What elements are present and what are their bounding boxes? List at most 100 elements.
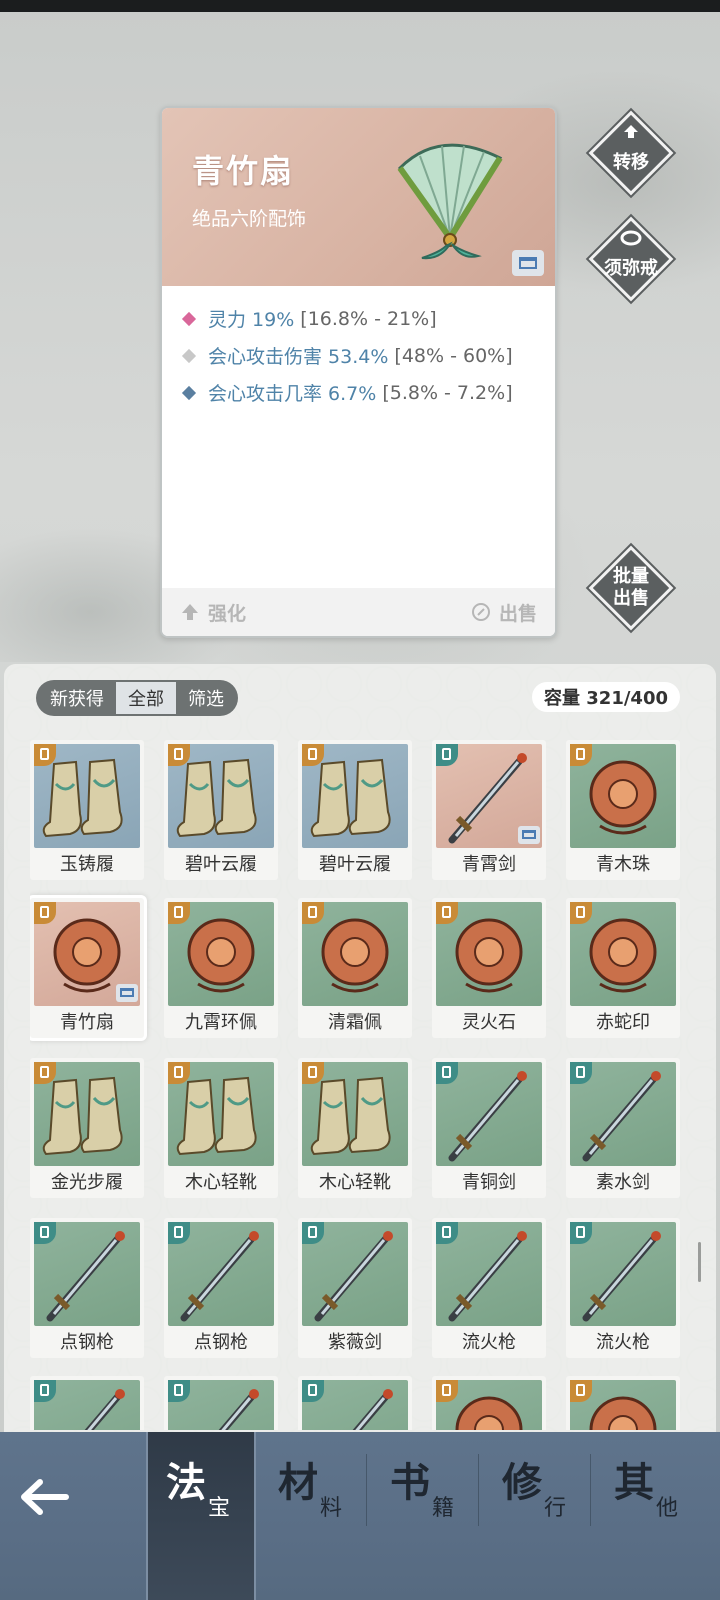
inventory-item[interactable]: 碧叶云履: [298, 740, 412, 880]
tab-sublabel: 料: [320, 1496, 343, 1521]
inventory-item[interactable]: 木心轻靴: [164, 1058, 278, 1198]
inventory-item[interactable]: 流火枪: [432, 1218, 546, 1358]
bottom-nav: 法 宝 材 料 书 籍 修 行 其 他: [0, 1432, 720, 1600]
item-name: 紫薇剑: [328, 1332, 382, 1353]
item-name: 清霜佩: [328, 1012, 382, 1033]
inventory-item[interactable]: 点钢枪: [30, 1218, 144, 1358]
inventory-item[interactable]: 金光步履: [30, 1058, 144, 1198]
fan-icon: [397, 143, 503, 260]
stat-range: [5.8% - 7.2%]: [382, 381, 513, 404]
inventory-item[interactable]: [164, 1376, 278, 1430]
enhance-button[interactable]: 强化: [180, 599, 246, 626]
item-detail-card: 青竹扇 绝品六阶配饰 灵力 19% [16.8% - 21%] 会心攻击伤害 5…: [160, 106, 557, 638]
inventory-item[interactable]: 木心轻靴: [298, 1058, 412, 1198]
inventory-item[interactable]: [298, 1376, 412, 1430]
transfer-button[interactable]: 转移: [588, 110, 674, 196]
item-name: 流火枪: [462, 1332, 516, 1353]
storage-ring-button[interactable]: 须弥戒: [588, 216, 674, 302]
inventory-item[interactable]: 青霄剑: [432, 740, 546, 880]
stat-row: 会心攻击几率 6.7% [5.8% - 7.2%]: [180, 374, 550, 411]
stat-value: 会心攻击几率 6.7%: [208, 383, 377, 405]
diamond-icon: [181, 311, 197, 326]
item-name: 木心轻靴: [185, 1172, 257, 1193]
inventory-item[interactable]: [30, 1376, 144, 1430]
item-name: 流火枪: [596, 1332, 650, 1353]
inventory-item[interactable]: 青竹扇: [30, 898, 144, 1038]
item-name: 灵火石: [462, 1012, 516, 1033]
tab-divider: [478, 1454, 479, 1526]
tab-divider: [590, 1454, 591, 1526]
item-grade: 绝品六阶配饰: [192, 208, 307, 230]
inventory-item[interactable]: 点钢枪: [164, 1218, 278, 1358]
stat-value: 会心攻击伤害 53.4%: [208, 346, 389, 368]
filter-all-button[interactable]: 全部: [116, 682, 176, 714]
tab-label: 材: [278, 1460, 318, 1506]
coin-icon: [471, 603, 490, 621]
stat-range: [16.8% - 21%]: [300, 307, 437, 330]
item-detail-footer: 强化 出售: [162, 588, 555, 636]
diamond-icon: [181, 348, 197, 363]
item-name: 碧叶云履: [319, 854, 391, 875]
tab-other[interactable]: 其 他: [596, 1432, 706, 1600]
item-name: 青铜剑: [462, 1172, 516, 1193]
inventory-item[interactable]: 灵火石: [432, 898, 546, 1038]
item-name: 青霄剑: [462, 854, 516, 875]
batch-sell-label: 批量 出售: [588, 545, 674, 631]
batch-sell-button[interactable]: 批量 出售: [588, 545, 674, 631]
item-name: 赤蛇印: [596, 1012, 650, 1033]
inventory-item[interactable]: 紫薇剑: [298, 1218, 412, 1358]
item-name: 九霄环佩: [185, 1012, 257, 1033]
batch-sell-line2: 出售: [613, 588, 649, 609]
inventory-item[interactable]: 玉铸履: [30, 740, 144, 880]
tab-sublabel: 他: [656, 1496, 679, 1521]
scrollbar[interactable]: [698, 1242, 701, 1282]
item-name: 青竹扇: [192, 152, 295, 190]
tab-label: 修: [502, 1460, 542, 1506]
inventory-item[interactable]: 清霜佩: [298, 898, 412, 1038]
inventory-item[interactable]: 赤蛇印: [566, 898, 680, 1038]
stat-row: 灵力 19% [16.8% - 21%]: [180, 300, 550, 337]
storage-ring-label: 须弥戒: [604, 258, 658, 279]
inventory-item[interactable]: 九霄环佩: [164, 898, 278, 1038]
enhance-label: 强化: [208, 602, 247, 625]
inventory-item[interactable]: 青铜剑: [432, 1058, 546, 1198]
arrow-up-icon: [182, 604, 198, 620]
tab-materials[interactable]: 材 料: [260, 1432, 370, 1600]
diamond-icon: [181, 385, 197, 400]
item-name: 点钢枪: [194, 1332, 248, 1353]
item-name: 素水剑: [596, 1172, 650, 1193]
tab-label: 其: [614, 1460, 654, 1506]
equipped-tag-icon: [512, 250, 544, 276]
filter-segmented-control: 新获得 全部 筛选: [36, 680, 238, 716]
equipped-tag-icon: [518, 826, 540, 844]
item-name: 青竹扇: [60, 1012, 114, 1033]
inventory-item[interactable]: 素水剑: [566, 1058, 680, 1198]
item-grid[interactable]: 玉铸履 碧叶云履 碧叶云履 青霄剑 青木珠 青竹扇 九霄环佩 清霜佩 灵火石 赤蛇印 金光步履 木心轻…: [30, 740, 690, 1430]
stat-list: 灵力 19% [16.8% - 21%] 会心攻击伤害 53.4% [48% -…: [180, 300, 550, 411]
inventory-item[interactable]: 碧叶云履: [164, 740, 278, 880]
item-detail-header: 青竹扇 绝品六阶配饰: [162, 108, 555, 286]
filter-screen-button[interactable]: 筛选: [176, 682, 236, 714]
tab-label: 书: [390, 1460, 430, 1506]
tab-sublabel: 行: [544, 1496, 567, 1521]
tab-cultivation[interactable]: 修 行: [484, 1432, 594, 1600]
back-arrow-icon[interactable]: [14, 1472, 74, 1522]
sell-button[interactable]: 出售: [471, 599, 537, 626]
inventory-item[interactable]: 青木珠: [566, 740, 680, 880]
item-name: 玉铸履: [60, 854, 114, 875]
stat-value: 灵力 19%: [208, 309, 295, 331]
item-name: 金光步履: [51, 1172, 123, 1193]
tab-sublabel: 籍: [432, 1496, 455, 1521]
inventory-item[interactable]: [432, 1376, 546, 1430]
filter-new-button[interactable]: 新获得: [38, 682, 116, 714]
tab-label: 法: [166, 1460, 206, 1506]
sell-label: 出售: [498, 602, 537, 625]
equipped-tag-icon: [116, 984, 138, 1002]
tab-books[interactable]: 书 籍: [372, 1432, 482, 1600]
stat-range: [48% - 60%]: [394, 344, 513, 367]
tab-sublabel: 宝: [208, 1496, 231, 1521]
tab-treasure[interactable]: 法 宝: [146, 1432, 256, 1600]
inventory-item[interactable]: [566, 1376, 680, 1430]
inventory-item[interactable]: 流火枪: [566, 1218, 680, 1358]
item-name: 青木珠: [596, 854, 650, 875]
